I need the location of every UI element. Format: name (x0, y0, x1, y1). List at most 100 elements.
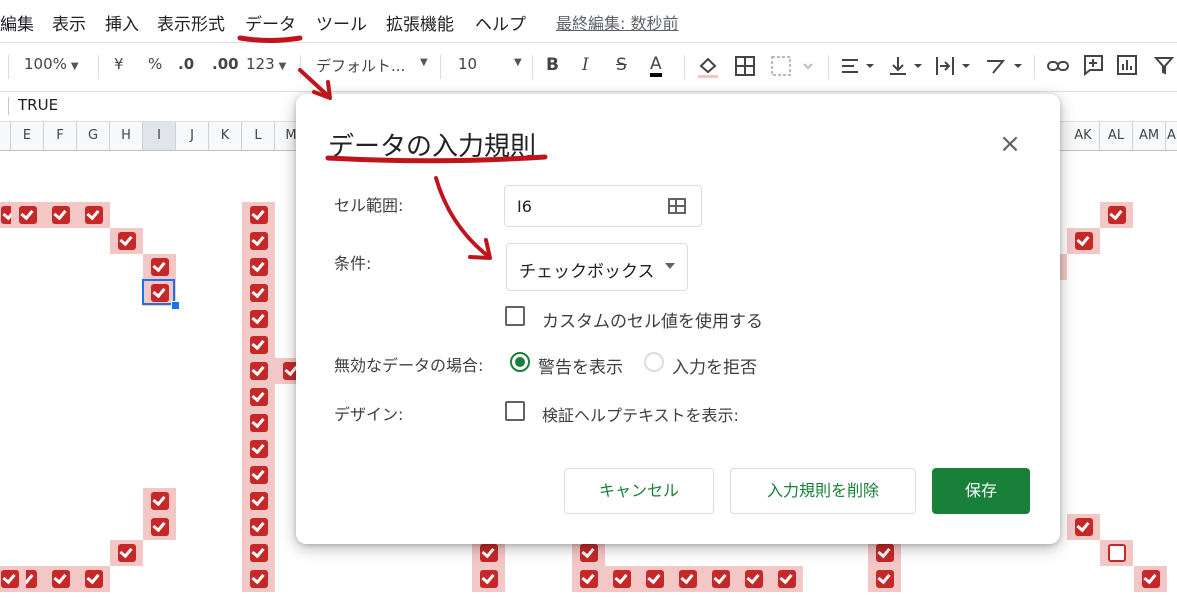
borders-icon[interactable] (734, 55, 756, 77)
column-header-g[interactable]: G (77, 122, 110, 150)
font-size-select[interactable]: 10 ▼ (458, 55, 522, 73)
checked-checkbox-icon[interactable] (745, 570, 763, 588)
decrease-decimal-button[interactable]: .0 (178, 55, 194, 73)
checkbox-cell[interactable] (143, 254, 176, 280)
column-header-am[interactable]: AM (1133, 122, 1166, 150)
percent-button[interactable]: % (148, 55, 162, 73)
chart-icon[interactable] (1116, 54, 1138, 76)
checkbox-cell[interactable] (868, 566, 901, 592)
checkbox-cell[interactable] (242, 358, 275, 384)
checked-checkbox-icon[interactable] (118, 544, 136, 562)
checked-checkbox-icon[interactable] (151, 518, 169, 536)
menu-view[interactable]: 表示 (52, 10, 86, 35)
unchecked-checkbox-icon[interactable] (1108, 544, 1126, 562)
checked-checkbox-icon[interactable] (1075, 518, 1093, 536)
checkbox-cell[interactable] (572, 566, 605, 592)
last-edit-link[interactable]: 最終編集: 数秒前 (556, 10, 678, 34)
show-warning-label[interactable]: 警告を表示 (538, 353, 623, 378)
fill-color-icon[interactable] (696, 53, 720, 79)
checked-checkbox-icon[interactable] (19, 206, 37, 224)
horizontal-align-icon[interactable] (840, 55, 878, 77)
checked-checkbox-icon[interactable] (250, 232, 268, 250)
checkbox-cell[interactable] (0, 566, 26, 592)
checked-checkbox-icon[interactable] (480, 570, 498, 588)
checked-checkbox-icon[interactable] (250, 362, 268, 380)
checked-checkbox-icon[interactable] (250, 440, 268, 458)
checkbox-cell[interactable] (143, 488, 176, 514)
checked-checkbox-icon[interactable] (613, 570, 631, 588)
checked-checkbox-icon[interactable] (52, 570, 70, 588)
checkbox-cell[interactable] (143, 514, 176, 540)
checked-checkbox-icon[interactable] (85, 206, 103, 224)
checked-checkbox-icon[interactable] (1108, 206, 1126, 224)
column-header-k[interactable]: K (209, 122, 242, 150)
checked-checkbox-icon[interactable] (250, 206, 268, 224)
menu-insert[interactable]: 挿入 (105, 10, 139, 35)
cancel-button[interactable]: キャンセル (564, 468, 714, 514)
help-text-checkbox[interactable] (505, 401, 525, 421)
checkbox-cell[interactable] (1100, 540, 1133, 566)
checked-checkbox-icon[interactable] (250, 518, 268, 536)
checkbox-cell[interactable] (242, 254, 275, 280)
checkbox-cell[interactable] (1134, 566, 1167, 592)
checked-checkbox-icon[interactable] (580, 570, 598, 588)
column-header-i[interactable]: I (143, 122, 176, 150)
checked-checkbox-icon[interactable] (250, 414, 268, 432)
merge-cells-icon[interactable] (770, 55, 818, 77)
checkbox-cell[interactable] (77, 202, 110, 228)
menu-data[interactable]: データ (245, 10, 296, 35)
custom-values-checkbox[interactable] (505, 306, 525, 326)
checkbox-cell[interactable] (242, 410, 275, 436)
checked-checkbox-icon[interactable] (646, 570, 664, 588)
checked-checkbox-icon[interactable] (712, 570, 730, 588)
checkbox-cell[interactable] (242, 540, 275, 566)
show-warning-radio[interactable] (510, 352, 530, 372)
reject-input-label[interactable]: 入力を拒否 (672, 353, 757, 378)
checkbox-cell[interactable] (770, 566, 803, 592)
strikethrough-button[interactable]: S (616, 55, 627, 75)
custom-values-label[interactable]: カスタムのセル値を使用する (542, 307, 763, 332)
checked-checkbox-icon[interactable] (1, 570, 19, 588)
checked-checkbox-icon[interactable] (250, 284, 268, 302)
criteria-select[interactable]: チェックボックス (506, 243, 688, 291)
select-range-icon[interactable] (668, 198, 686, 214)
checked-checkbox-icon[interactable] (876, 570, 894, 588)
checkbox-cell[interactable] (638, 566, 671, 592)
column-header-al[interactable]: AL (1100, 122, 1133, 150)
checked-checkbox-icon[interactable] (250, 258, 268, 276)
checkbox-cell[interactable] (110, 540, 143, 566)
checkbox-cell[interactable] (242, 280, 275, 306)
checkbox-cell[interactable] (44, 566, 77, 592)
checkbox-cell[interactable] (242, 436, 275, 462)
checked-checkbox-icon[interactable] (778, 570, 796, 588)
checkbox-cell[interactable] (242, 306, 275, 332)
remove-validation-button[interactable]: 入力規則を削除 (730, 468, 916, 514)
increase-decimal-button[interactable]: .00 (212, 55, 239, 73)
checkbox-cell[interactable] (1100, 202, 1133, 228)
text-wrap-icon[interactable] (934, 55, 974, 77)
column-header-e[interactable]: E (11, 122, 44, 150)
menu-tools[interactable]: ツール (316, 10, 367, 35)
italic-button[interactable]: I (582, 55, 589, 75)
checkbox-cell[interactable] (242, 488, 275, 514)
checked-checkbox-icon[interactable] (480, 544, 498, 562)
comment-icon[interactable] (1082, 54, 1104, 76)
reject-input-radio[interactable] (644, 352, 664, 372)
checkbox-cell[interactable] (1067, 228, 1100, 254)
currency-button[interactable]: ¥ (114, 55, 124, 73)
checked-checkbox-icon[interactable] (52, 206, 70, 224)
filter-icon[interactable] (1154, 55, 1174, 75)
checked-checkbox-icon[interactable] (1142, 570, 1160, 588)
checkbox-cell[interactable] (242, 332, 275, 358)
link-icon[interactable] (1046, 56, 1070, 76)
column-header-j[interactable]: J (176, 122, 209, 150)
menu-edit[interactable]: 編集 (0, 10, 34, 35)
checkbox-cell[interactable] (605, 566, 638, 592)
font-select[interactable]: デフォルト... ▼ (316, 55, 428, 76)
menu-format[interactable]: 表示形式 (157, 10, 225, 35)
checked-checkbox-icon[interactable] (876, 544, 894, 562)
checked-checkbox-icon[interactable] (250, 336, 268, 354)
text-color-button[interactable]: A (650, 55, 662, 77)
checkbox-cell[interactable] (11, 202, 44, 228)
checked-checkbox-icon[interactable] (250, 310, 268, 328)
